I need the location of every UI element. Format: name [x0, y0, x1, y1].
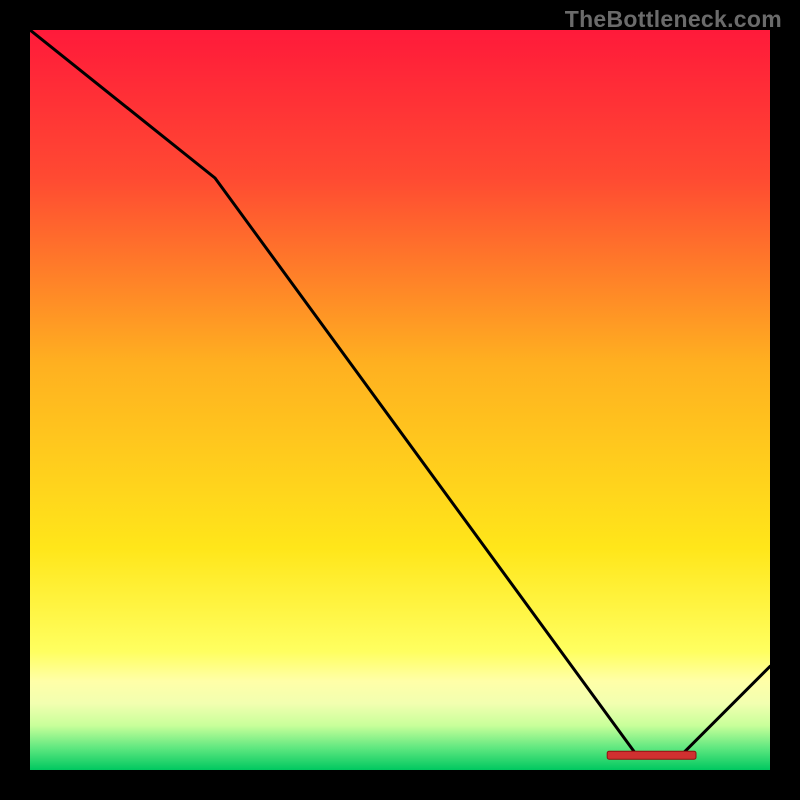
watermark-text: TheBottleneck.com [565, 6, 782, 33]
gradient-background [30, 30, 770, 770]
chart-frame [30, 30, 770, 770]
bottleneck-chart [30, 30, 770, 770]
optimal-range-marker [607, 751, 696, 759]
